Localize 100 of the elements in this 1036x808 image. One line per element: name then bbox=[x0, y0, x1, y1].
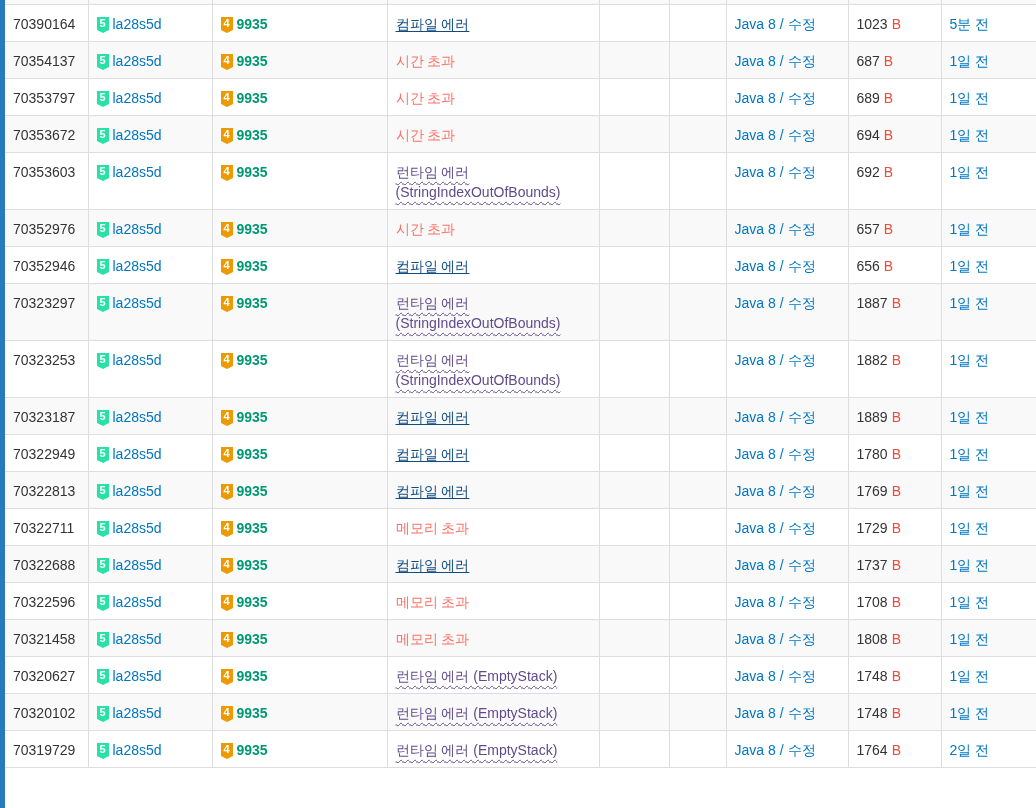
language-link[interactable]: Java 8 bbox=[734, 556, 776, 573]
user-link[interactable]: la28s5d bbox=[112, 52, 162, 69]
edit-link[interactable]: 수정 bbox=[787, 741, 816, 758]
edit-link[interactable]: 수정 bbox=[787, 163, 816, 180]
edit-link[interactable]: 수정 bbox=[787, 408, 816, 425]
user-link[interactable]: la28s5d bbox=[112, 556, 162, 573]
user-link[interactable]: la28s5d bbox=[112, 126, 162, 143]
submitted-time-link[interactable]: 1일 전 bbox=[949, 257, 990, 274]
problem-link[interactable]: 9935 bbox=[236, 126, 268, 143]
user-link[interactable]: la28s5d bbox=[112, 408, 162, 425]
user-link[interactable]: la28s5d bbox=[112, 667, 162, 684]
submitted-time-link[interactable]: 1일 전 bbox=[949, 89, 990, 106]
submitted-time-link[interactable]: 1일 전 bbox=[949, 408, 990, 425]
tier-badge-icon: 4 bbox=[220, 352, 233, 369]
problem-link[interactable]: 9935 bbox=[236, 593, 268, 610]
language-link[interactable]: Java 8 bbox=[734, 15, 776, 32]
problem-link[interactable]: 9935 bbox=[236, 445, 268, 462]
language-link[interactable]: Java 8 bbox=[734, 126, 776, 143]
language-link[interactable]: Java 8 bbox=[734, 351, 776, 368]
user-link[interactable]: la28s5d bbox=[112, 294, 162, 311]
tier-badge-icon: 5 bbox=[96, 16, 109, 33]
edit-link[interactable]: 수정 bbox=[787, 89, 816, 106]
tier-badge-icon: 5 bbox=[96, 520, 109, 537]
edit-link[interactable]: 수정 bbox=[787, 257, 816, 274]
edit-link[interactable]: 수정 bbox=[787, 294, 816, 311]
problem-link[interactable]: 9935 bbox=[236, 351, 268, 368]
language-link[interactable]: Java 8 bbox=[734, 52, 776, 69]
problem-link[interactable]: 9935 bbox=[236, 630, 268, 647]
problem-link[interactable]: 9935 bbox=[236, 667, 268, 684]
problem-link[interactable]: 9935 bbox=[236, 220, 268, 237]
submitted-time-link[interactable]: 1일 전 bbox=[949, 294, 990, 311]
submitted-time-link[interactable]: 2일 전 bbox=[949, 741, 990, 758]
user-link[interactable]: la28s5d bbox=[112, 15, 162, 32]
user-link[interactable]: la28s5d bbox=[112, 257, 162, 274]
edit-link[interactable]: 수정 bbox=[787, 15, 816, 32]
submitted-time-link[interactable]: 1일 전 bbox=[949, 482, 990, 499]
language-link[interactable]: Java 8 bbox=[734, 704, 776, 721]
problem-link[interactable]: 9935 bbox=[236, 15, 268, 32]
submitted-time-link[interactable]: 1일 전 bbox=[949, 52, 990, 69]
language-link[interactable]: Java 8 bbox=[734, 593, 776, 610]
problem-link[interactable]: 9935 bbox=[236, 482, 268, 499]
submitted-time-link[interactable]: 1일 전 bbox=[949, 519, 990, 536]
language-link[interactable]: Java 8 bbox=[734, 220, 776, 237]
submitted-time-link[interactable]: 5분 전 bbox=[949, 15, 990, 32]
edit-link[interactable]: 수정 bbox=[787, 630, 816, 647]
language-link[interactable]: Java 8 bbox=[734, 163, 776, 180]
submitted-time-link[interactable]: 1일 전 bbox=[949, 445, 990, 462]
language-link[interactable]: Java 8 bbox=[734, 89, 776, 106]
problem-link[interactable]: 9935 bbox=[236, 741, 268, 758]
submitted-time-link[interactable]: 1일 전 bbox=[949, 351, 990, 368]
problem-link[interactable]: 9935 bbox=[236, 704, 268, 721]
submitted-time-link[interactable]: 1일 전 bbox=[949, 163, 990, 180]
problem-link[interactable]: 9935 bbox=[236, 294, 268, 311]
language-link[interactable]: Java 8 bbox=[734, 408, 776, 425]
problem-link[interactable]: 9935 bbox=[236, 52, 268, 69]
language-link[interactable]: Java 8 bbox=[734, 741, 776, 758]
submitted-time-link[interactable]: 1일 전 bbox=[949, 593, 990, 610]
submitted-time-link[interactable]: 1일 전 bbox=[949, 126, 990, 143]
language-link[interactable]: Java 8 bbox=[734, 257, 776, 274]
edit-link[interactable]: 수정 bbox=[787, 351, 816, 368]
user-link[interactable]: la28s5d bbox=[112, 351, 162, 368]
user-link[interactable]: la28s5d bbox=[112, 519, 162, 536]
user-link[interactable]: la28s5d bbox=[112, 220, 162, 237]
user-link[interactable]: la28s5d bbox=[112, 163, 162, 180]
edit-link[interactable]: 수정 bbox=[787, 704, 816, 721]
user-link[interactable]: la28s5d bbox=[112, 593, 162, 610]
user-link[interactable]: la28s5d bbox=[112, 741, 162, 758]
edit-link[interactable]: 수정 bbox=[787, 593, 816, 610]
problem-link[interactable]: 9935 bbox=[236, 519, 268, 536]
user-link[interactable]: la28s5d bbox=[112, 482, 162, 499]
submission-id: 70322711 bbox=[13, 519, 75, 536]
problem-link[interactable]: 9935 bbox=[236, 89, 268, 106]
problem-link[interactable]: 9935 bbox=[236, 408, 268, 425]
language-link[interactable]: Java 8 bbox=[734, 294, 776, 311]
language-link[interactable]: Java 8 bbox=[734, 667, 776, 684]
submitted-time-link[interactable]: 1일 전 bbox=[949, 220, 990, 237]
submitted-time-link[interactable]: 1일 전 bbox=[949, 704, 990, 721]
language-link[interactable]: Java 8 bbox=[734, 519, 776, 536]
user-link[interactable]: la28s5d bbox=[112, 704, 162, 721]
problem-link[interactable]: 9935 bbox=[236, 163, 268, 180]
user-link[interactable]: la28s5d bbox=[112, 445, 162, 462]
edit-link[interactable]: 수정 bbox=[787, 556, 816, 573]
problem-link[interactable]: 9935 bbox=[236, 556, 268, 573]
edit-link[interactable]: 수정 bbox=[787, 220, 816, 237]
user-link[interactable]: la28s5d bbox=[112, 89, 162, 106]
edit-link[interactable]: 수정 bbox=[787, 519, 816, 536]
submitted-time-link[interactable]: 1일 전 bbox=[949, 556, 990, 573]
submission-id: 70320102 bbox=[13, 704, 76, 721]
submitted-time-link[interactable]: 1일 전 bbox=[949, 630, 990, 647]
language-link[interactable]: Java 8 bbox=[734, 445, 776, 462]
user-link[interactable]: la28s5d bbox=[112, 630, 162, 647]
language-link[interactable]: Java 8 bbox=[734, 482, 776, 499]
edit-link[interactable]: 수정 bbox=[787, 667, 816, 684]
submitted-time-link[interactable]: 1일 전 bbox=[949, 667, 990, 684]
edit-link[interactable]: 수정 bbox=[787, 52, 816, 69]
edit-link[interactable]: 수정 bbox=[787, 126, 816, 143]
problem-link[interactable]: 9935 bbox=[236, 257, 268, 274]
edit-link[interactable]: 수정 bbox=[787, 445, 816, 462]
language-link[interactable]: Java 8 bbox=[734, 630, 776, 647]
edit-link[interactable]: 수정 bbox=[787, 482, 816, 499]
